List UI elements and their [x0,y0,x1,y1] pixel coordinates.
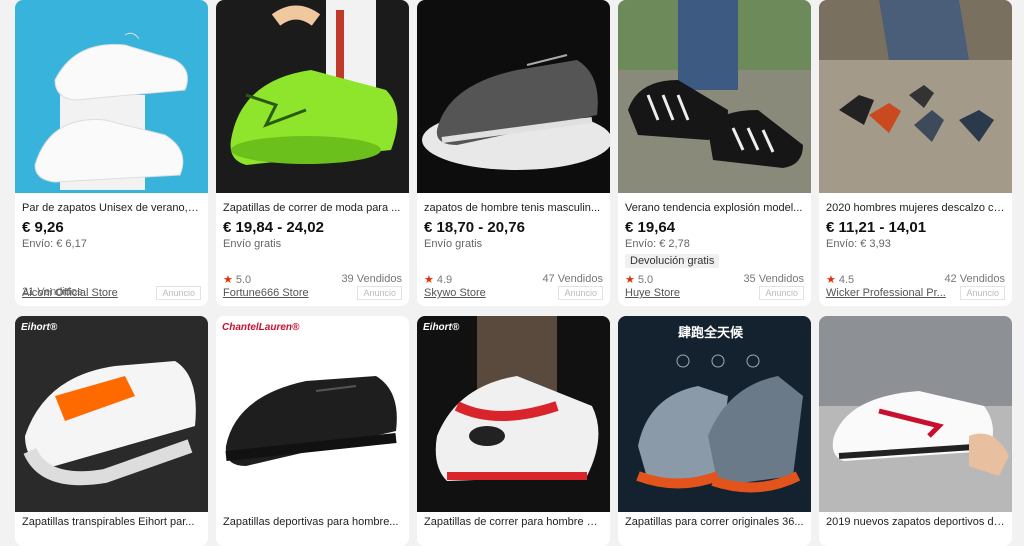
product-image[interactable] [819,316,1012,512]
product-card[interactable]: Zapatillas de correr de moda para ... € … [216,0,409,306]
star-icon: ★ [826,274,836,286]
product-image[interactable] [417,0,610,193]
product-image[interactable]: ChantelLauren® [216,316,409,512]
product-title[interactable]: 2019 nuevos zapatos deportivos de... [826,516,1005,528]
brand-logo: 肆跑全天候 [678,325,744,340]
product-card[interactable]: Eihort® Zapatillas transpirables Eihort … [15,316,208,546]
store-link[interactable]: Wicker Professional Pr... [826,287,946,299]
product-title[interactable]: Zapatillas deportivas para hombre... [223,516,402,528]
product-card[interactable]: Verano tendencia explosión model... € 19… [618,0,811,306]
star-icon: ★ [424,274,434,286]
product-image[interactable] [216,0,409,193]
store-link[interactable]: Aiconi Official Store [22,287,118,299]
store-link[interactable]: Fortune666 Store [223,287,309,299]
product-card[interactable]: 2020 hombres mujeres descalzo ci... € 11… [819,0,1012,306]
product-image[interactable]: 肆跑全天候 [618,316,811,512]
product-title[interactable]: Zapatillas para correr originales 36... [625,516,804,528]
ad-label: Anuncio [759,286,804,300]
ad-label: Anuncio [960,286,1005,300]
shipping-info: Envío: € 3,93 [826,238,891,250]
product-card[interactable]: 2019 nuevos zapatos deportivos de... [819,316,1012,546]
sold-count: 35 Vendidos [743,273,804,285]
free-return-badge: Devolución gratis [625,254,720,268]
product-image[interactable]: Eihort® [417,316,610,512]
rating: ★ 4.9 [424,274,453,286]
product-image[interactable] [618,0,811,193]
ad-label: Anuncio [558,286,603,300]
shipping-info: Envío: € 6,17 [22,238,87,250]
rating: ★ 5.0 [625,274,654,286]
rating: ★ 5.0 [223,274,252,286]
product-title[interactable]: Par de zapatos Unisex de verano, z... [22,200,201,216]
sold-count: 47 Vendidos [542,273,603,285]
rating: ★ 4.5 [826,274,855,286]
brand-logo: Eihort® [423,322,460,333]
product-price: € 18,70 - 20,76 [424,219,525,236]
product-title[interactable]: Zapatillas transpirables Eihort par... [22,516,201,528]
product-title[interactable]: Zapatillas de correr para hombre E... [424,516,603,528]
star-icon: ★ [223,274,233,286]
product-price: € 19,64 [625,219,676,236]
brand-logo: ChantelLauren® [222,322,300,333]
ad-label: Anuncio [156,286,201,300]
product-title[interactable]: Zapatillas de correr de moda para ... [223,200,402,216]
product-card[interactable]: 肆跑全天候 Zapatillas para correr originales … [618,316,811,546]
product-image[interactable] [819,0,1012,193]
brand-logo: Eihort® [21,322,58,333]
store-link[interactable]: Huye Store [625,287,680,299]
product-price: € 11,21 - 14,01 [826,219,927,236]
star-icon: ★ [625,274,635,286]
shipping-info: Envío gratis [223,238,282,250]
sold-count: 42 Vendidos [944,273,1005,285]
ad-label: Anuncio [357,286,402,300]
product-price: € 19,84 - 24,02 [223,219,324,236]
store-link[interactable]: Skywo Store [424,287,486,299]
shipping-info: Envío: € 2,78 [625,238,690,250]
product-card[interactable]: Par de zapatos Unisex de verano, z... € … [15,0,208,306]
product-title[interactable]: 2020 hombres mujeres descalzo ci... [826,200,1005,216]
product-card[interactable]: Eihort® Zapatillas de correr para hombre… [417,316,610,546]
product-card[interactable]: ChantelLauren® Zapatillas deportivas par… [216,316,409,546]
shipping-info: Envío gratis [424,238,483,250]
product-price: € 9,26 [22,219,64,236]
product-title[interactable]: Verano tendencia explosión model... [625,200,804,216]
product-image[interactable]: Eihort® [15,316,208,512]
sold-count: 39 Vendidos [341,273,402,285]
product-title[interactable]: zapatos de hombre tenis masculin... [424,200,603,216]
product-card[interactable]: zapatos de hombre tenis masculin... € 18… [417,0,610,306]
product-image[interactable] [15,0,208,193]
